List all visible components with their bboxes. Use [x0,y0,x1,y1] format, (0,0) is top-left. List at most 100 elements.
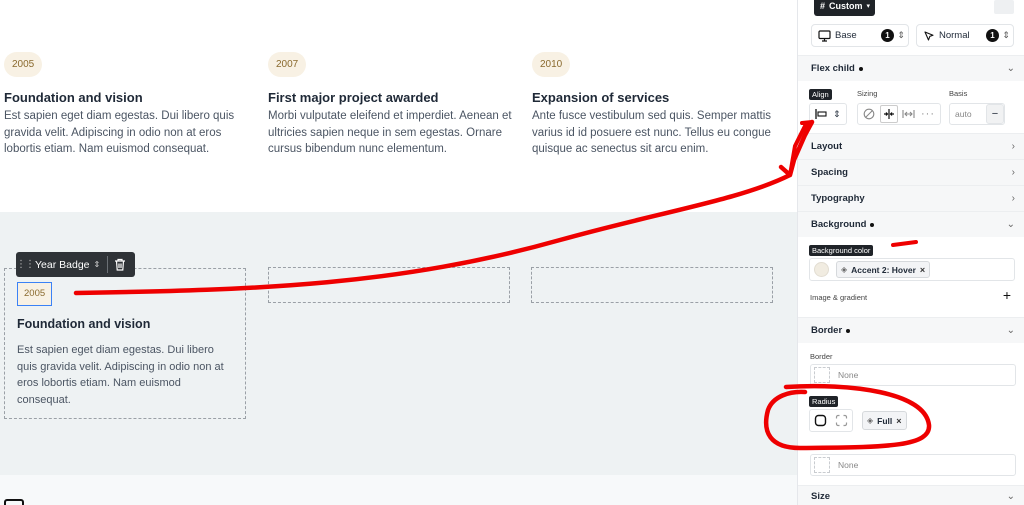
chevron-up-down-icon: ⇕ [1002,30,1010,40]
cursor-icon [923,30,935,42]
panel-action-button[interactable] [994,0,1014,14]
chevron-down-icon: ⌄ [1006,491,1015,502]
radius-mode-toggle[interactable] [809,409,853,432]
element-toolbar: ⋮⋮ Year Badge ⇕ [16,252,135,277]
state-selector[interactable]: Normal 1 ⇕ [916,24,1014,47]
card-body: Est sapien eget diam egestas. Dui libero… [17,344,224,406]
style-panel: # Custom ▾ Base 1 ⇕ Normal 1 ⇕ Flex chil… [797,0,1024,505]
page-canvas[interactable]: 2005 Foundation and vision Est sapien eg… [0,0,797,505]
chevron-up-down-icon: ⇕ [897,30,905,40]
card-body: Est sapien eget diam egestas. Dui libero… [4,110,235,155]
card-body: Morbi vulputate eleifend et imperdiet. A… [268,110,512,155]
color-variable-pill[interactable]: ◈ Accent 2: Hover × [836,261,931,278]
basis-value[interactable]: auto [955,109,972,119]
remove-icon[interactable]: × [920,265,925,275]
shrink-icon[interactable] [880,105,898,123]
section-header-spacing[interactable]: Spacing › [798,159,1024,185]
chevron-up-down-icon[interactable]: ⇕ [94,260,101,269]
radius-variable-pill[interactable]: ◈ Full × [862,411,907,430]
timeline-card[interactable]: 2010 Expansion of services Ante fusce ve… [532,52,782,158]
state-count-badge: 1 [986,29,999,42]
monitor-icon [818,29,831,42]
align-self-control[interactable]: ⇕ [809,103,847,125]
card-title: Foundation and vision [4,90,143,105]
modified-dot [858,66,863,71]
next-section [0,475,797,505]
breakpoint-label: Base [835,30,857,41]
selected-timeline-card[interactable]: 2005 Foundation and vision Est sapien eg… [4,268,246,419]
chevron-right-icon: › [1011,141,1015,152]
remove-icon[interactable]: × [896,416,901,426]
year-badge[interactable]: 2010 [532,52,571,77]
section-title: Flex child [811,63,855,74]
align-start-icon [814,108,828,120]
section-title: Typography [811,193,865,204]
chevron-right-icon: › [1011,167,1015,178]
none-icon[interactable] [863,108,875,120]
section-title: Size [811,491,831,502]
trash-icon[interactable] [114,258,126,271]
chevron-down-icon: ▾ [866,2,871,10]
card-body: Ante fusce vestibulum sed quis. Semper m… [532,110,772,155]
class-label: Custom [829,0,863,11]
radius-label: Radius [809,396,839,407]
variable-icon: ◈ [867,416,874,425]
hash-icon: # [820,0,826,11]
basis-reset-button[interactable]: − [986,104,1004,124]
section-header-layout[interactable]: Layout › [798,133,1024,159]
chevron-down-icon: ⌄ [1006,219,1015,230]
section-title: Border [811,325,843,336]
align-label: Align [809,89,832,100]
image-gradient-label: Image & gradient [810,293,868,302]
chevron-right-icon: › [1011,193,1015,204]
section-title: Layout [811,141,843,152]
grow-icon[interactable] [902,108,915,120]
background-color-field[interactable]: ◈ Accent 2: Hover × [809,258,1015,281]
radius-all-icon[interactable] [814,414,827,427]
state-label: Normal [939,30,970,41]
year-badge[interactable]: 2007 [268,52,307,77]
chevron-down-icon: ⌄ [1006,63,1015,74]
box-shadow-field[interactable]: None [810,454,1016,476]
border-value: None [838,370,859,380]
color-swatch[interactable] [814,262,829,277]
radius-value: Full [877,415,893,426]
card-title: Foundation and vision [17,317,151,331]
modified-dot [870,222,875,227]
border-label: Border [810,352,833,361]
card-title: Expansion of services [532,90,670,105]
breakpoint-selector[interactable]: Base 1 ⇕ [811,24,909,47]
section-header-border[interactable]: Border ⌄ [798,317,1024,343]
more-options-icon[interactable]: ··· [921,108,935,120]
variable-name: Accent 2: Hover [851,264,916,275]
year-badge[interactable]: 2005 [4,52,43,77]
selected-year-badge[interactable]: 2005 [17,282,53,306]
shadow-value: None [838,460,859,470]
timeline-card[interactable]: 2007 First major project awarded Morbi v… [268,52,518,158]
section-title: Background [811,219,867,230]
add-background-button[interactable]: + [1000,288,1014,303]
modified-dot [846,328,851,333]
chevron-up-down-icon: ⇕ [833,108,841,119]
empty-swatch [814,457,830,473]
empty-card-placeholder[interactable] [268,267,510,303]
timeline-card[interactable]: 2005 Foundation and vision Est sapien eg… [4,52,254,158]
empty-card-placeholder[interactable] [531,267,773,303]
toolbar-divider [107,256,109,273]
section-header-flex-child[interactable]: Flex child ⌄ [798,55,1024,81]
chevron-down-icon: ⌄ [1006,325,1015,336]
drag-handle-icon[interactable]: ⋮⋮ [16,259,35,270]
border-field[interactable]: None [810,364,1016,386]
breakpoint-count-badge: 1 [881,29,894,42]
section-title: Spacing [811,167,848,178]
section-header-typography[interactable]: Typography › [798,185,1024,211]
class-selector[interactable]: # Custom ▾ [814,0,875,16]
basis-label: Basis [949,89,968,98]
section-header-size[interactable]: Size ⌄ [798,485,1024,505]
section-icon [4,499,24,505]
sizing-control[interactable]: ··· [857,103,941,125]
background-color-label: Background color [809,245,874,256]
section-header-background[interactable]: Background ⌄ [798,211,1024,237]
element-label[interactable]: Year Badge [32,259,90,271]
radius-individual-icon[interactable] [835,414,848,427]
